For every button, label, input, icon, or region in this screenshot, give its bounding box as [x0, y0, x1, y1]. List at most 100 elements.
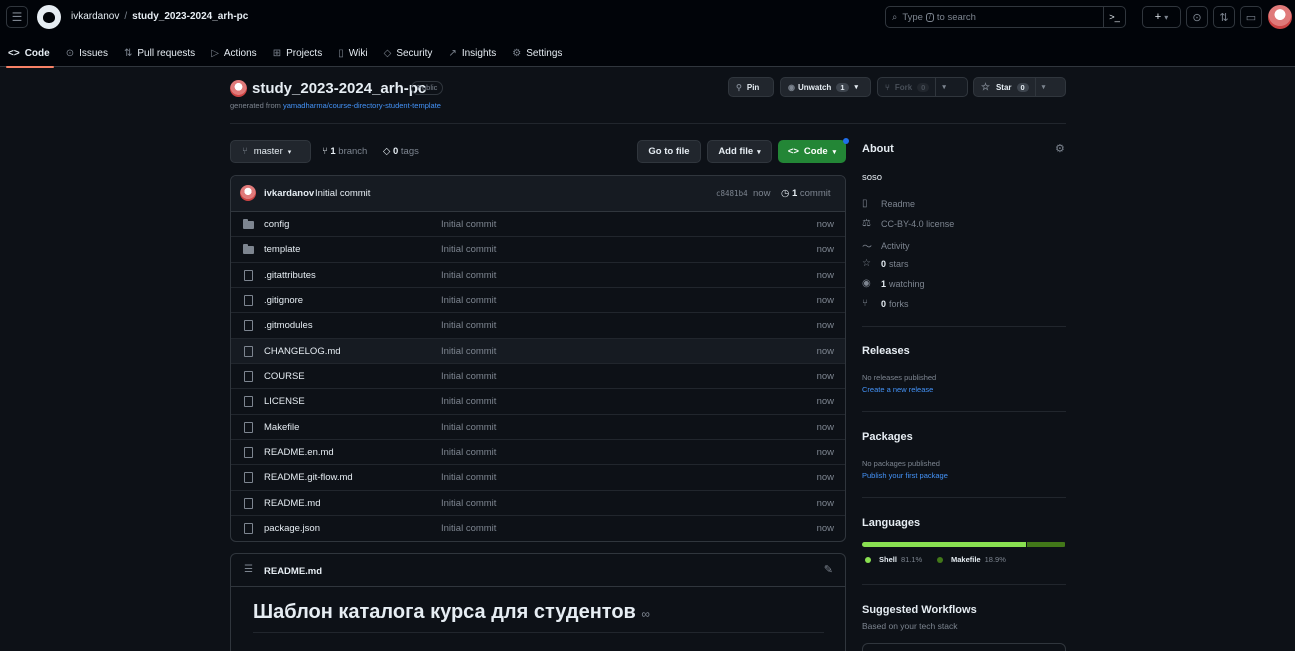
- file-name[interactable]: COURSE: [264, 371, 305, 382]
- file-commit-message[interactable]: Initial commit: [441, 371, 496, 382]
- code-button[interactable]: <> Code ▾: [778, 140, 846, 163]
- file-commit-message[interactable]: Initial commit: [441, 270, 496, 281]
- breadcrumb-repo[interactable]: study_2023-2024_arh-pc: [132, 11, 248, 22]
- tab-pull-requests[interactable]: ⇅ Pull requests: [116, 40, 203, 67]
- file-row[interactable]: .gitmodules Initial commit now: [231, 313, 845, 339]
- user-avatar[interactable]: [1268, 5, 1292, 29]
- command-palette-icon[interactable]: >_: [1103, 7, 1125, 27]
- branches-link[interactable]: ⑂ 1 branch: [322, 146, 367, 157]
- tags-link[interactable]: ◇ 0 tags: [383, 146, 419, 157]
- file-name[interactable]: template: [264, 244, 300, 255]
- file-row[interactable]: .gitignore Initial commit now: [231, 288, 845, 314]
- breadcrumb-owner[interactable]: ivkardanov: [71, 11, 119, 22]
- activity-link[interactable]: 〜 Activity: [862, 238, 910, 254]
- stars-link[interactable]: ☆ 0 stars: [862, 258, 909, 269]
- file-commit-message[interactable]: Initial commit: [441, 523, 496, 534]
- workflow-card[interactable]: [862, 643, 1066, 651]
- create-release-link[interactable]: Create a new release: [862, 385, 933, 394]
- issues-icon[interactable]: ⊙: [1186, 6, 1208, 28]
- pull-requests-icon[interactable]: ⇅: [1213, 6, 1235, 28]
- chevron-down-icon[interactable]: ▾: [1034, 78, 1045, 96]
- file-name[interactable]: README.git-flow.md: [264, 472, 353, 483]
- create-new-button[interactable]: + ▾: [1142, 6, 1181, 28]
- license-link[interactable]: ⚖ CC-BY-4.0 license: [862, 218, 954, 229]
- inbox-icon[interactable]: ▭: [1240, 6, 1262, 28]
- file-row[interactable]: README.git-flow.md Initial commit now: [231, 465, 845, 491]
- file-name[interactable]: config: [264, 219, 289, 230]
- file-commit-message[interactable]: Initial commit: [441, 472, 496, 483]
- watching-label: watching: [889, 278, 925, 289]
- file-row[interactable]: config Initial commit now: [231, 212, 845, 238]
- file-row[interactable]: .gitattributes Initial commit now: [231, 263, 845, 289]
- github-logo-icon[interactable]: [37, 5, 61, 29]
- file-commit-message[interactable]: Initial commit: [441, 219, 496, 230]
- hamburger-menu-icon[interactable]: ☰: [6, 6, 28, 28]
- tab-wiki[interactable]: ▯ Wiki: [330, 40, 375, 67]
- go-to-file-button[interactable]: Go to file: [637, 140, 701, 163]
- file-name[interactable]: CHANGELOG.md: [264, 346, 341, 357]
- visibility-badge: Public: [411, 81, 444, 95]
- search-placeholder-end: to search: [936, 11, 976, 23]
- tab-issues[interactable]: ⊙ Issues: [58, 40, 116, 67]
- language-shell[interactable]: Shell 81.1%: [865, 555, 922, 564]
- readme-link[interactable]: ▯ Readme: [862, 198, 915, 209]
- commit-message[interactable]: Initial commit: [315, 188, 370, 199]
- star-button[interactable]: ☆ Star 0 ▾: [973, 77, 1066, 97]
- file-name[interactable]: .gitignore: [264, 295, 303, 306]
- tab-security[interactable]: ◇ Security: [376, 40, 441, 67]
- search-input[interactable]: ⌕ Type / to search >_: [885, 6, 1126, 28]
- file-name[interactable]: README.en.md: [264, 447, 334, 458]
- file-row[interactable]: template Initial commit now: [231, 237, 845, 263]
- gear-icon[interactable]: ⚙: [1055, 142, 1065, 155]
- file-commit-message[interactable]: Initial commit: [441, 447, 496, 458]
- commit-history-link[interactable]: ◷ 1 commit: [781, 188, 831, 199]
- fork-button[interactable]: ⑂ Fork 0 ▾: [877, 77, 968, 97]
- unwatch-button[interactable]: ◉ Unwatch 1 ▾: [780, 77, 871, 97]
- file-row[interactable]: COURSE Initial commit now: [231, 364, 845, 390]
- watching-link[interactable]: ◉ 1 watching: [862, 278, 925, 289]
- file-commit-message[interactable]: Initial commit: [441, 320, 496, 331]
- file-commit-message[interactable]: Initial commit: [441, 244, 496, 255]
- file-name[interactable]: Makefile: [264, 422, 299, 433]
- template-repo-link[interactable]: yamadharma/course-directory-student-temp…: [283, 101, 441, 110]
- tab-actions[interactable]: ▷ Actions: [203, 40, 265, 67]
- tab-settings[interactable]: ⚙ Settings: [504, 40, 570, 67]
- outline-list-icon[interactable]: ☰: [244, 564, 253, 575]
- pin-button[interactable]: ⚲ Pin: [728, 77, 774, 97]
- file-name[interactable]: README.md: [264, 498, 320, 509]
- commit-author-avatar[interactable]: [240, 185, 256, 201]
- edit-pencil-icon[interactable]: ✎: [824, 563, 833, 576]
- repo-title[interactable]: study_2023-2024_arh-pc: [252, 80, 426, 97]
- commit-author[interactable]: ivkardanov: [264, 188, 314, 199]
- add-file-button[interactable]: Add file ▾: [707, 140, 772, 163]
- link-anchor-icon[interactable]: ∞: [641, 607, 650, 621]
- commit-hash[interactable]: c8481b4: [716, 189, 748, 198]
- branch-selector[interactable]: ⑂ master ▾: [230, 140, 311, 163]
- file-name[interactable]: package.json: [264, 523, 320, 534]
- file-commit-message[interactable]: Initial commit: [441, 422, 496, 433]
- file-name[interactable]: LICENSE: [264, 396, 305, 407]
- tab-code[interactable]: <> Code: [0, 40, 58, 68]
- tab-insights[interactable]: ↗ Insights: [440, 40, 504, 67]
- publish-package-link[interactable]: Publish your first package: [862, 471, 948, 480]
- folder-icon: [243, 244, 254, 255]
- file-commit-message[interactable]: Initial commit: [441, 396, 496, 407]
- file-commit-message[interactable]: Initial commit: [441, 498, 496, 509]
- file-row[interactable]: README.md Initial commit now: [231, 491, 845, 517]
- tab-projects[interactable]: ⊞ Projects: [265, 40, 331, 67]
- file-row[interactable]: Makefile Initial commit now: [231, 415, 845, 441]
- forks-link[interactable]: ⑂ 0 forks: [862, 298, 909, 309]
- file-row[interactable]: LICENSE Initial commit now: [231, 389, 845, 415]
- file-commit-message[interactable]: Initial commit: [441, 346, 496, 357]
- language-makefile[interactable]: Makefile 18.9%: [937, 555, 1006, 564]
- file-name[interactable]: .gitmodules: [264, 320, 313, 331]
- packages-title[interactable]: Packages: [862, 431, 913, 443]
- file-row[interactable]: README.en.md Initial commit now: [231, 440, 845, 466]
- file-commit-message[interactable]: Initial commit: [441, 295, 496, 306]
- file-row[interactable]: CHANGELOG.md Initial commit now: [231, 338, 845, 365]
- readme-filename[interactable]: README.md: [264, 566, 322, 577]
- file-name[interactable]: .gitattributes: [264, 270, 316, 281]
- file-row[interactable]: package.json Initial commit now: [231, 516, 845, 541]
- releases-title[interactable]: Releases: [862, 345, 910, 357]
- chevron-down-icon[interactable]: ▾: [935, 78, 946, 96]
